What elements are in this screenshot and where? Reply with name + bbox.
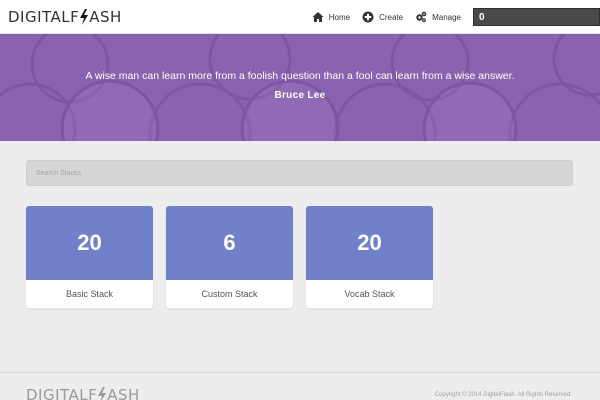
quote-author: Bruce Lee [274,90,326,101]
nav-home-label: Home [328,12,351,22]
footer-logo-right: ASH [107,386,140,400]
nav-manage-label: Manage [432,12,461,22]
brand-logo-right: ASH [89,8,122,26]
lightning-bolt-icon [98,387,107,400]
search-stacks-input[interactable] [26,160,573,186]
stack-card-count: 6 [223,230,236,255]
nav-create-label: Create [379,12,404,22]
footer-logo-left: DIGITALF [26,386,98,400]
brand-logo-left: DIGITALF [8,8,80,26]
copyright-text: Copyright © 2014 DigitalFlash. All Right… [434,392,572,398]
stack-card-header: 6 [166,206,293,280]
top-navbar: DIGITALF ASH Home Create Manage 0 [0,0,600,34]
footer-logo[interactable]: DIGITALF ASH [26,386,140,400]
stack-card-header: 20 [26,206,153,280]
stack-card-name: Basic Stack [65,289,114,299]
score-counter: 0 [473,8,600,26]
nav-home[interactable]: Home [312,11,350,23]
quote-banner: A wise man can learn more from a foolish… [0,34,600,141]
nav-manage[interactable]: Manage [415,11,461,23]
stack-card-count: 20 [357,230,382,255]
stack-card-vocab[interactable]: 20 Vocab Stack [306,206,433,308]
quote-text: A wise man can learn more from a foolish… [85,70,515,82]
main-nav: Home Create Manage 0 [312,0,600,34]
stack-card-count: 20 [77,230,102,255]
stack-card-basic[interactable]: 20 Basic Stack [26,206,153,308]
plus-circle-icon [362,11,374,23]
gears-icon [416,11,427,23]
stack-card-custom[interactable]: 6 Custom Stack [166,206,293,308]
page-footer: DIGITALF ASH Copyright © 2014 DigitalFla… [0,372,600,400]
banner-circles-decoration [0,34,600,141]
nav-create[interactable]: Create [362,11,403,23]
stack-card-header: 20 [306,206,433,280]
brand-logo[interactable]: DIGITALF ASH [8,8,122,26]
stack-card-name: Custom Stack [201,289,258,299]
lightning-bolt-icon [80,9,89,25]
stack-card-name: Vocab Stack [344,289,395,299]
home-icon [312,12,324,22]
